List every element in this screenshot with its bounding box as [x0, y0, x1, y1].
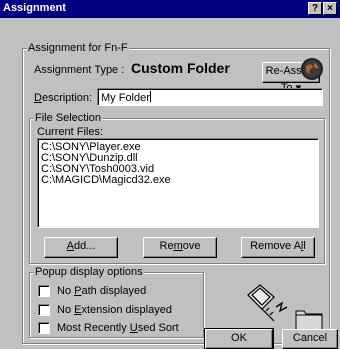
- no-path-checkbox[interactable]: [38, 285, 50, 297]
- no-path-label[interactable]: No Path displayed: [57, 285, 146, 297]
- list-item[interactable]: C:\MAGICD\Magicd32.exe: [41, 175, 315, 186]
- most-recently-used-label[interactable]: Most Recently Used Sort: [57, 322, 179, 334]
- popup-options-legend: Popup display options: [34, 266, 144, 278]
- current-files-label: Current Files:: [37, 126, 104, 138]
- assignment-legend: Assignment for Fn-F: [27, 42, 129, 54]
- text-caret: [149, 91, 151, 102]
- file-selection-legend: File Selection: [34, 112, 103, 124]
- help-button[interactable]: ?: [308, 2, 322, 15]
- key-folder-icon: [240, 281, 326, 333]
- ok-button[interactable]: OK: [204, 328, 274, 349]
- globe-icon: [300, 57, 324, 81]
- remove-button[interactable]: Remove: [143, 237, 217, 258]
- cancel-button[interactable]: Cancel: [282, 329, 338, 349]
- description-value: My Folder: [101, 92, 150, 104]
- close-button[interactable]: ×: [323, 2, 337, 15]
- title-bar: Assignment ? ×: [0, 0, 340, 18]
- assignment-type-value: Custom Folder: [131, 60, 230, 76]
- most-recently-used-checkbox[interactable]: [38, 322, 50, 334]
- no-extension-label[interactable]: No Extension displayed: [57, 304, 172, 316]
- description-input[interactable]: My Folder: [97, 88, 323, 106]
- add-button[interactable]: Add...: [44, 237, 118, 258]
- no-extension-checkbox[interactable]: [38, 304, 50, 316]
- window-title: Assignment: [3, 2, 66, 14]
- remove-all-button[interactable]: Remove All: [241, 237, 315, 258]
- assignment-type-label: Assignment Type :: [34, 64, 125, 76]
- current-files-list[interactable]: C:\SONY\Player.exe C:\SONY\Dunzip.dll C:…: [37, 138, 319, 228]
- description-label: Description:: [34, 92, 93, 104]
